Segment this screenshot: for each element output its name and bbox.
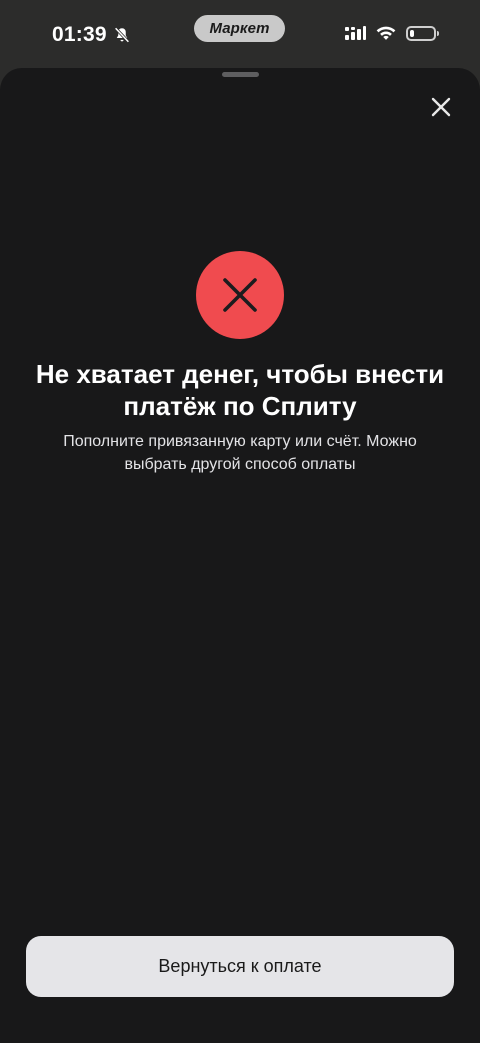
- error-title: Не хватает денег, чтобы внести платёж по…: [35, 359, 445, 421]
- status-time-group: 01:39: [52, 23, 131, 47]
- return-to-payment-button[interactable]: Вернуться к оплате: [26, 936, 454, 997]
- sheet-grabber-handle[interactable]: [222, 72, 259, 77]
- battery-icon: [406, 25, 439, 41]
- status-indicators: [344, 24, 439, 42]
- error-status-badge: [196, 251, 284, 339]
- error-description: Пополните привязанную карту или счёт. Мо…: [63, 433, 417, 473]
- status-time: 01:39: [52, 23, 107, 46]
- error-x-icon: [223, 278, 257, 312]
- wifi-icon: [376, 26, 396, 40]
- signal-icon: [345, 26, 366, 40]
- app-name-pill[interactable]: Маркет: [194, 15, 285, 42]
- battery-level: [410, 29, 414, 37]
- close-button[interactable]: [424, 90, 458, 124]
- bell-off-icon: [114, 27, 130, 43]
- close-icon: [431, 97, 451, 117]
- error-bottom-sheet: Не хватает денег, чтобы внести платёж по…: [0, 68, 480, 1043]
- status-bar: 01:39 Маркет: [0, 0, 480, 68]
